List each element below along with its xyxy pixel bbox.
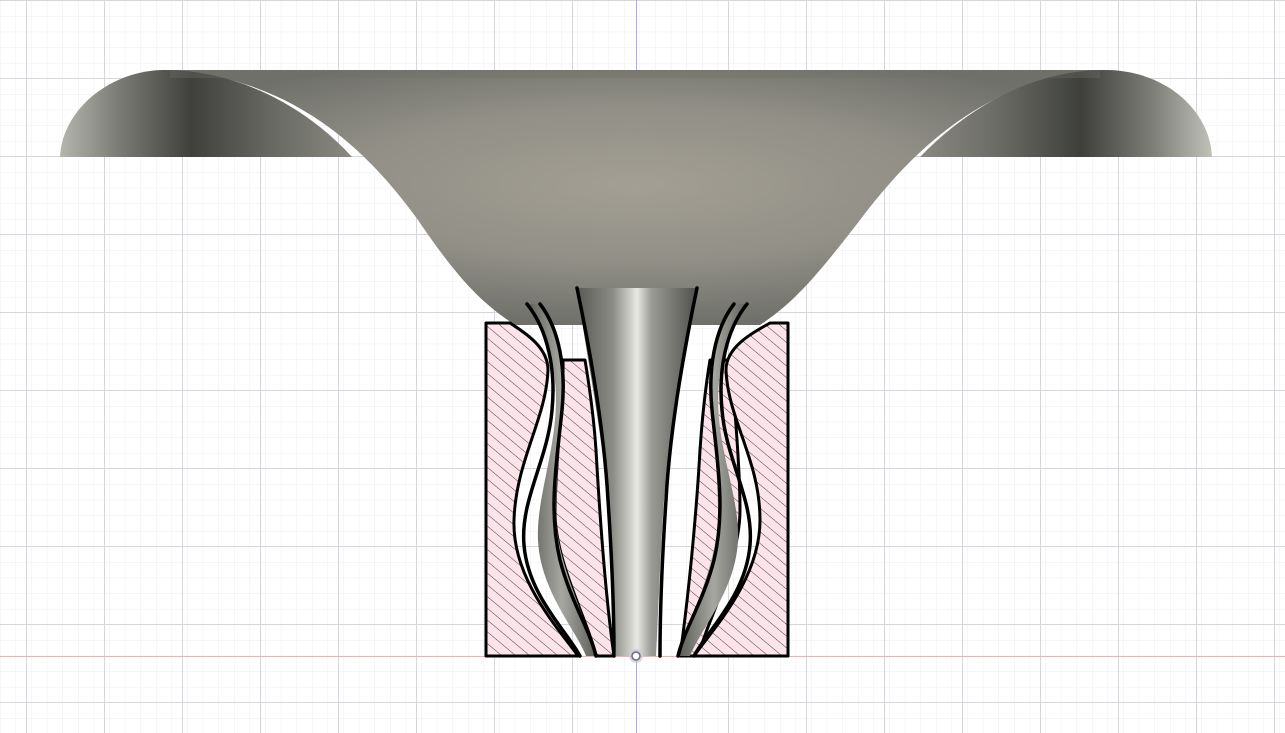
design-viewport[interactable] <box>0 0 1285 733</box>
model-canvas[interactable] <box>0 0 1285 733</box>
origin-marker[interactable] <box>629 649 643 663</box>
